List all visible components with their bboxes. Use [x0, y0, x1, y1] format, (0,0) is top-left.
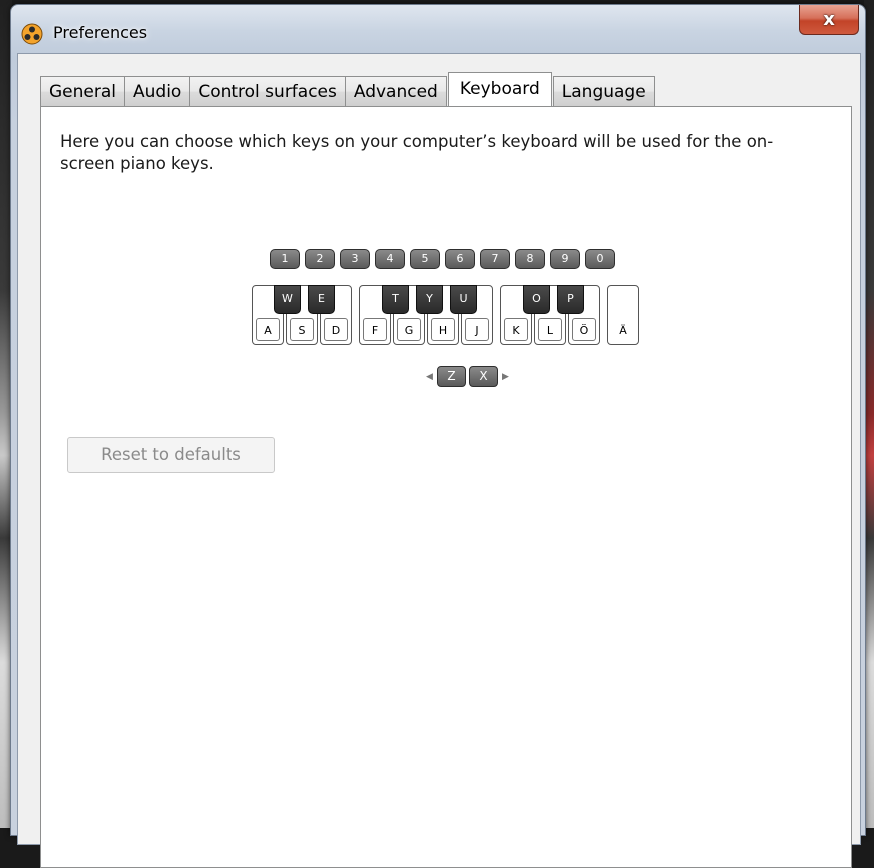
- white-key-label: K: [512, 324, 520, 337]
- piano-black-key-t[interactable]: T: [382, 285, 409, 314]
- keyboard-description: Here you can choose which keys on your c…: [60, 132, 774, 173]
- number-key-3[interactable]: 3: [340, 249, 370, 269]
- piano-black-key-p[interactable]: P: [557, 285, 584, 314]
- number-key-row: 1 2 3 4 5 6 7 8 9 0: [270, 249, 615, 269]
- number-key-0[interactable]: 0: [585, 249, 615, 269]
- piano-black-key-y[interactable]: Y: [416, 285, 443, 314]
- white-key-label: Ä: [619, 324, 627, 337]
- number-key-9[interactable]: 9: [550, 249, 580, 269]
- piano-black-key-e[interactable]: E: [308, 285, 335, 314]
- piano-keyboard: A S D F G H J K L Ö Ä W E T Y U O P: [252, 285, 640, 347]
- white-key-label: H: [438, 324, 448, 337]
- tab-keyboard[interactable]: Keyboard: [447, 72, 552, 106]
- white-key-label: G: [404, 324, 414, 337]
- octave-shift-controls: ◀ Z X ▶: [425, 366, 510, 387]
- octave-up-key[interactable]: X: [469, 366, 498, 387]
- tab-bar: General Audio Control surfaces Advanced …: [40, 72, 655, 106]
- white-key-label: J: [475, 324, 479, 337]
- tab-advanced[interactable]: Advanced: [344, 76, 447, 106]
- number-key-4[interactable]: 4: [375, 249, 405, 269]
- tab-control-surfaces[interactable]: Control surfaces: [189, 76, 346, 106]
- piano-white-key-a-umlaut[interactable]: Ä: [607, 285, 639, 345]
- octave-down-arrow-icon[interactable]: ◀: [425, 372, 434, 382]
- title-bar[interactable]: Preferences x: [11, 5, 865, 51]
- close-button[interactable]: x: [799, 5, 859, 35]
- window-title: Preferences: [53, 23, 148, 42]
- number-key-6[interactable]: 6: [445, 249, 475, 269]
- white-key-label: L: [546, 324, 554, 337]
- preferences-window: Preferences x General Audio Control surf…: [10, 4, 866, 868]
- number-key-5[interactable]: 5: [410, 249, 440, 269]
- number-key-1[interactable]: 1: [270, 249, 300, 269]
- tab-general[interactable]: General: [40, 76, 125, 106]
- piano-black-key-w[interactable]: W: [274, 285, 301, 314]
- number-key-8[interactable]: 8: [515, 249, 545, 269]
- piano-black-key-o[interactable]: O: [523, 285, 550, 314]
- reset-to-defaults-button[interactable]: Reset to defaults: [67, 437, 275, 473]
- tab-audio[interactable]: Audio: [124, 76, 191, 106]
- white-key-label: F: [371, 324, 379, 337]
- keyboard-settings-panel: Here you can choose which keys on your c…: [40, 106, 852, 868]
- octave-up-arrow-icon[interactable]: ▶: [501, 372, 510, 382]
- white-key-label: S: [298, 324, 306, 337]
- white-key-label: D: [331, 324, 341, 337]
- white-key-label: Ö: [579, 324, 589, 337]
- piano-black-key-u[interactable]: U: [450, 285, 477, 314]
- dialog-client-area: General Audio Control surfaces Advanced …: [17, 53, 861, 868]
- close-icon: x: [823, 9, 835, 30]
- octave-down-key[interactable]: Z: [437, 366, 466, 387]
- tab-language[interactable]: Language: [552, 76, 655, 106]
- number-key-2[interactable]: 2: [305, 249, 335, 269]
- white-key-label: A: [264, 324, 272, 337]
- app-logo-icon: [21, 23, 43, 45]
- number-key-7[interactable]: 7: [480, 249, 510, 269]
